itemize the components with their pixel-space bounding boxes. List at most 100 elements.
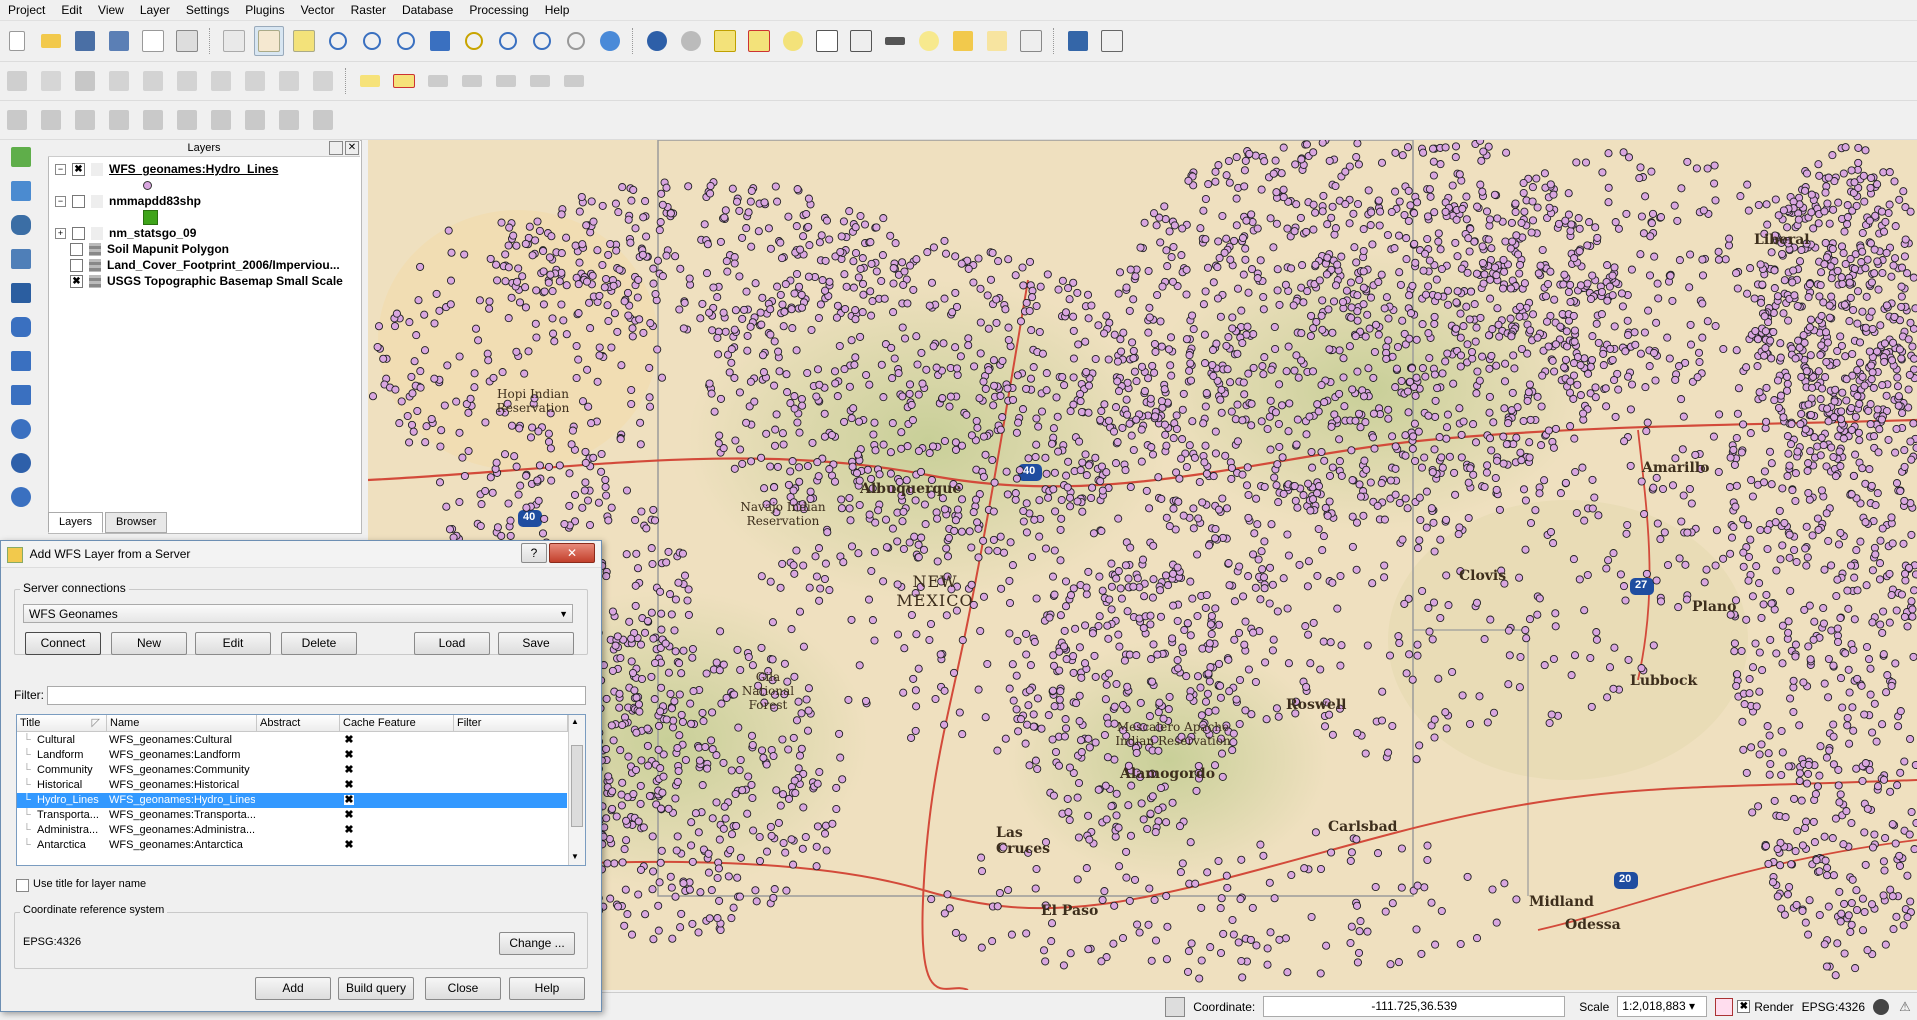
menu-view[interactable]: View <box>90 0 132 20</box>
close-panel-button[interactable]: ✕ <box>345 141 359 155</box>
deselect-button[interactable] <box>745 27 773 55</box>
add-part-button[interactable] <box>139 106 167 134</box>
add-db2-layer-button[interactable] <box>7 347 35 375</box>
text-annotation-button[interactable] <box>1017 27 1045 55</box>
collapse-toggle[interactable]: − <box>55 164 66 175</box>
layer-visibility-checkbox[interactable] <box>72 227 85 240</box>
add-wcs-layer-button[interactable] <box>7 449 35 477</box>
menu-raster[interactable]: Raster <box>343 0 394 20</box>
add-vector-layer-button[interactable] <box>7 143 35 171</box>
reshape-features-button[interactable] <box>241 106 269 134</box>
layer-labeling-button[interactable] <box>356 67 384 95</box>
add-feature-button[interactable] <box>105 67 133 95</box>
select-by-expression-button[interactable] <box>779 27 807 55</box>
layer-visibility-checkbox[interactable] <box>70 243 83 256</box>
menu-layer[interactable]: Layer <box>132 0 178 20</box>
add-ring-button[interactable] <box>105 106 133 134</box>
identify-button[interactable] <box>643 27 671 55</box>
menu-vector[interactable]: Vector <box>293 0 343 20</box>
field-calculator-button[interactable] <box>847 27 875 55</box>
menu-help[interactable]: Help <box>537 0 578 20</box>
layer-visibility-checkbox[interactable]: ✖ <box>72 163 85 176</box>
float-panel-button[interactable] <box>329 141 343 155</box>
layer-row-usgs-basemap[interactable]: ✖ USGS Topographic Basemap Small Scale <box>70 273 343 289</box>
composer-manager-button[interactable] <box>173 27 201 55</box>
new-bookmark-button[interactable] <box>949 27 977 55</box>
tab-browser[interactable]: Browser <box>105 512 167 533</box>
add-oracle-layer-button[interactable] <box>7 313 35 341</box>
delete-selected-button[interactable] <box>207 67 235 95</box>
split-features-button[interactable] <box>309 106 337 134</box>
add-raster-layer-button[interactable] <box>7 177 35 205</box>
simplify-feature-button[interactable] <box>71 106 99 134</box>
add-postgis-layer-button[interactable] <box>7 211 35 239</box>
menu-database[interactable]: Database <box>394 0 461 20</box>
tab-layers[interactable]: Layers <box>48 512 103 533</box>
rotate-label-button[interactable] <box>526 67 554 95</box>
node-tool-button[interactable] <box>173 67 201 95</box>
zoom-in-button[interactable] <box>324 27 352 55</box>
layer-row-land-cover[interactable]: Land_Cover_Footprint_2006/Imperviou... <box>70 257 340 273</box>
toggle-editing-button[interactable] <box>3 67 31 95</box>
offset-curve-button[interactable] <box>275 106 303 134</box>
undo-button[interactable] <box>3 106 31 134</box>
zoom-next-button[interactable] <box>562 27 590 55</box>
help-contents-button[interactable] <box>1064 27 1092 55</box>
paste-features-button[interactable] <box>309 67 337 95</box>
show-hide-labels-button[interactable] <box>458 67 486 95</box>
refresh-button[interactable] <box>596 27 624 55</box>
show-bookmarks-button[interactable] <box>983 27 1011 55</box>
delete-ring-button[interactable] <box>207 106 235 134</box>
redo-button[interactable] <box>37 106 65 134</box>
zoom-out-button[interactable] <box>358 27 386 55</box>
open-project-button[interactable] <box>37 27 65 55</box>
zoom-last-button[interactable] <box>528 27 556 55</box>
collapse-toggle[interactable]: − <box>55 196 66 207</box>
pin-label-button[interactable] <box>424 67 452 95</box>
layer-row-soil-mapunit[interactable]: Soil Mapunit Polygon <box>70 241 229 257</box>
attribute-table-button[interactable] <box>813 27 841 55</box>
touch-button[interactable] <box>220 27 248 55</box>
zoom-layer-button[interactable] <box>494 27 522 55</box>
save-project-button[interactable] <box>71 27 99 55</box>
measure-button[interactable] <box>881 27 909 55</box>
menu-project[interactable]: Project <box>0 0 53 20</box>
current-edits-button[interactable] <box>37 67 65 95</box>
pan-button[interactable] <box>254 26 284 56</box>
new-print-composer-button[interactable] <box>139 27 167 55</box>
layer-row-hydro-lines[interactable]: − ✖ WFS_geonames:Hydro_Lines <box>55 161 278 177</box>
add-mssql-layer-button[interactable] <box>7 279 35 307</box>
menu-plugins[interactable]: Plugins <box>237 0 292 20</box>
zoom-selection-button[interactable] <box>460 27 488 55</box>
add-spatialite-layer-button[interactable] <box>7 245 35 273</box>
layer-visibility-checkbox[interactable] <box>70 259 83 272</box>
layer-visibility-checkbox[interactable]: ✖ <box>70 275 83 288</box>
zoom-full-button[interactable] <box>426 27 454 55</box>
menu-edit[interactable]: Edit <box>53 0 90 20</box>
select-features-button[interactable] <box>711 27 739 55</box>
layer-visibility-checkbox[interactable] <box>72 195 85 208</box>
add-wfs-layer-button[interactable] <box>7 483 35 511</box>
new-project-button[interactable] <box>3 27 31 55</box>
menu-settings[interactable]: Settings <box>178 0 237 20</box>
save-edits-button[interactable] <box>71 67 99 95</box>
pan-to-selection-button[interactable] <box>290 27 318 55</box>
layer-row-nmmapdd83shp[interactable]: − nmmapdd83shp <box>55 193 201 209</box>
copy-features-button[interactable] <box>275 67 303 95</box>
layer-row-nm-statsgo[interactable]: + nm_statsgo_09 <box>55 225 196 241</box>
cut-features-button[interactable] <box>241 67 269 95</box>
menu-processing[interactable]: Processing <box>461 0 536 20</box>
change-label-button[interactable] <box>560 67 588 95</box>
move-feature-button[interactable] <box>139 67 167 95</box>
expand-toggle[interactable]: + <box>55 228 66 239</box>
map-tips-button[interactable] <box>915 27 943 55</box>
zoom-native-button[interactable] <box>392 27 420 55</box>
add-virtual-layer-button[interactable] <box>7 381 35 409</box>
move-label-button[interactable] <box>492 67 520 95</box>
save-as-button[interactable] <box>105 27 133 55</box>
action-button[interactable] <box>677 27 705 55</box>
fill-ring-button[interactable] <box>173 106 201 134</box>
whats-this-button[interactable] <box>1098 27 1126 55</box>
highlight-pinned-labels-button[interactable] <box>390 67 418 95</box>
add-wms-layer-button[interactable] <box>7 415 35 443</box>
